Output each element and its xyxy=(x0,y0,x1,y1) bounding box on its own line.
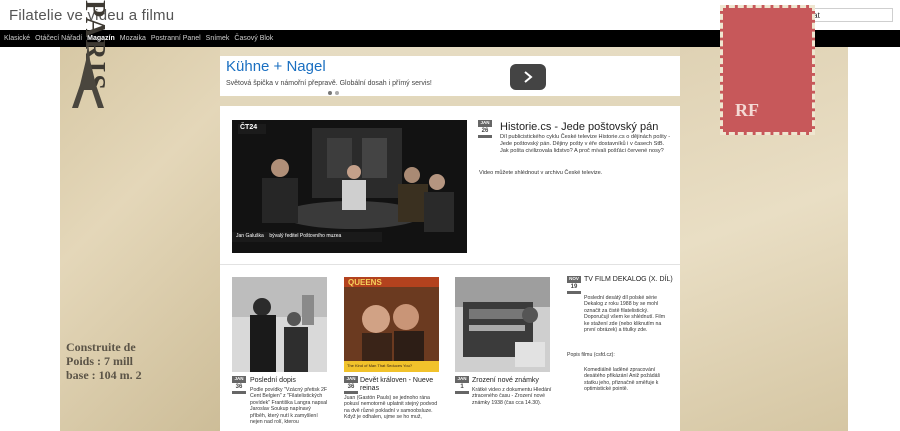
video-lower-third: Jan Galuška bývalý ředitel Poštovního mu… xyxy=(236,233,342,239)
documentary-still xyxy=(455,277,550,372)
card-image-zrozeni-nove-znamky[interactable] xyxy=(455,277,550,372)
card-title[interactable]: Poslední dopis xyxy=(250,377,296,384)
movie-poster xyxy=(344,277,439,372)
ad-dot[interactable] xyxy=(335,91,339,95)
card-date-badge: NOV 19 xyxy=(567,276,581,294)
card-title[interactable]: TV FILM DEKALOG (X. DÍL) xyxy=(584,276,673,284)
card-text: Podle povídky "Vzácný přetisk 2F Cent Be… xyxy=(250,387,328,426)
nav-item-casovy-blok[interactable]: Časový Blok xyxy=(234,35,273,42)
card-title[interactable]: Devět královen - Nueve reinas xyxy=(360,377,440,393)
card-title[interactable]: Zrození nové známky xyxy=(472,377,539,384)
right-margin xyxy=(848,47,900,431)
section-divider xyxy=(220,264,680,265)
film-still xyxy=(232,277,327,372)
card-subheading: Popis filmu (csfd.cz): xyxy=(567,352,615,358)
stamp-rf-text: RF xyxy=(735,100,759,120)
ad-pagination xyxy=(328,91,339,95)
magazine-content: ČT24 Jan Galuška bývalý ředitel Poštovní… xyxy=(220,106,680,431)
card-date-badge: JAN 36 xyxy=(232,376,246,394)
featured-date-badge: JAN 26 xyxy=(478,120,492,138)
ct24-logo: ČT24 xyxy=(240,124,258,131)
featured-video-thumbnail[interactable]: ČT24 Jan Galuška bývalý ředitel Poštovní… xyxy=(232,120,467,253)
featured-summary: Díl publicistického cyklu České televize… xyxy=(500,134,671,154)
card-date-badge: JAN 36 xyxy=(344,376,358,394)
nav-item-snimek[interactable]: Snímek xyxy=(206,35,230,42)
ad-description[interactable]: Světová špička v námořní přepravě. Globá… xyxy=(226,80,432,87)
card-text: Poslední desátý díl polské série Dekalog… xyxy=(584,295,666,334)
card-text: Krátké video z dokumentu Hledání ztracen… xyxy=(472,387,552,406)
nav-item-klasicke[interactable]: Klasické xyxy=(4,35,30,42)
advertisement-banner[interactable]: Kühne + Nagel Světová špička v námořní p… xyxy=(220,56,680,96)
ad-dot-active[interactable] xyxy=(328,91,332,95)
card-image-devet-kralovni[interactable]: QUEENS The Kind of Man That Seduces You? xyxy=(344,277,439,372)
featured-title[interactable]: Historie.cs - Jede poštovský pán xyxy=(500,121,658,133)
eiffel-tower-icon xyxy=(72,42,104,108)
card-date-badge: JAN 1 xyxy=(455,376,469,394)
poster-caption: The Kind of Man That Seduces You? xyxy=(347,363,413,368)
nav-item-mozaika[interactable]: Mozaika xyxy=(120,35,146,42)
tower-caption: Construite de Poids : 7 mill base : 104 … xyxy=(66,340,142,382)
chevron-right-icon xyxy=(524,71,533,83)
featured-note: Video můžete shlédnout v archivu České t… xyxy=(479,170,603,176)
left-margin xyxy=(0,47,60,431)
ad-title[interactable]: Kühne + Nagel xyxy=(226,58,326,75)
nav-item-postranni-panel[interactable]: Postranní Panel xyxy=(151,35,201,42)
ad-next-button[interactable] xyxy=(510,64,546,90)
card-image-posledni-dopis[interactable] xyxy=(232,277,327,372)
poster-title: QUEENS xyxy=(348,278,382,287)
card-text: Juan (Gastón Pauls) se jednoho rána poku… xyxy=(344,395,438,421)
card-text: Komediálně laděné zpracování desátého př… xyxy=(584,367,661,393)
